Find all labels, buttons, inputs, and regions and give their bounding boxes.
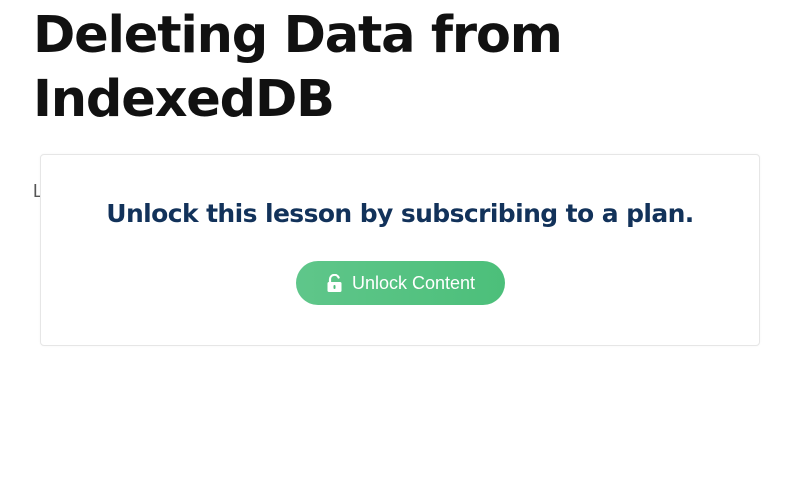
unlock-icon <box>326 273 343 293</box>
page-title: Deleting Data from IndexedDB <box>33 6 563 129</box>
unlock-content-button[interactable]: Unlock Content <box>296 261 505 305</box>
paywall-card: Unlock this lesson by subscribing to a p… <box>40 154 760 346</box>
paywall-message: Unlock this lesson by subscribing to a p… <box>106 199 694 228</box>
unlock-button-label: Unlock Content <box>351 272 476 293</box>
